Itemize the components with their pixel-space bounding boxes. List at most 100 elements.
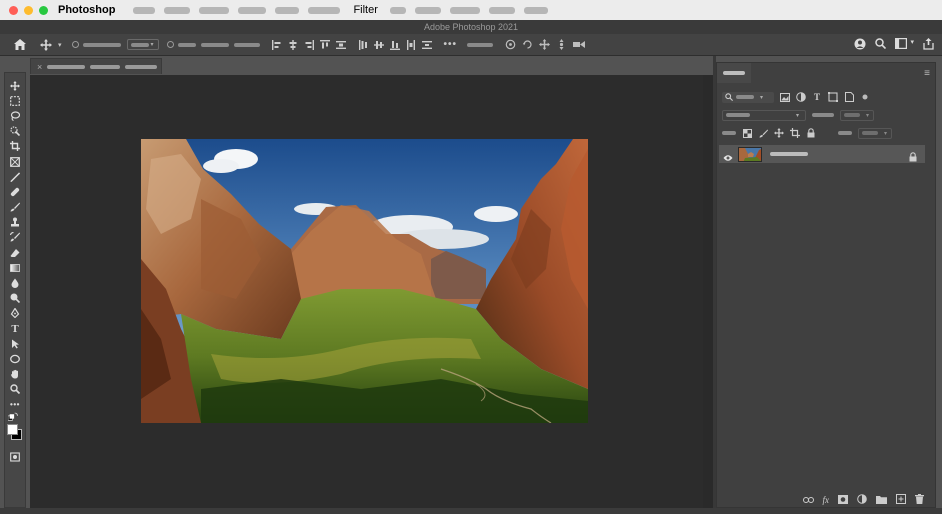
distribute-v-icon[interactable] [421,40,432,50]
marquee-icon[interactable] [7,93,23,108]
blend-mode-dropdown[interactable]: ▾ [722,109,806,121]
workspace-icon[interactable] [895,38,908,53]
ellipse-icon[interactable] [7,351,23,366]
gradient-icon[interactable] [7,260,23,275]
layer-row-background[interactable] [719,145,925,163]
fill-field[interactable]: ▾ [858,127,892,139]
filter-shape-icon[interactable] [828,92,838,102]
zoom-icon[interactable] [7,382,23,397]
menu-3d[interactable] [389,6,406,14]
layer-visibility-eye-icon[interactable] [723,149,733,167]
document-tab[interactable]: × [30,58,162,74]
workspace-chevron-icon[interactable]: ▾ [910,38,914,53]
3d-roll-icon[interactable] [522,39,533,50]
canvas-scrollbar[interactable] [703,75,713,508]
close-button[interactable] [9,5,18,15]
history-brush-icon[interactable] [7,230,23,245]
layer-kind-dropdown[interactable]: ▾ [722,91,774,103]
quick-mask-icon[interactable] [7,449,23,464]
lock-all-icon[interactable] [806,128,816,138]
menu-edit[interactable] [164,6,191,14]
panel-menu-icon[interactable]: ≡ [924,68,930,79]
align-right-icon[interactable] [304,39,314,50]
move-tool-preset-icon[interactable] [40,38,52,51]
dodge-icon[interactable] [7,291,23,306]
filter-adjustment-icon[interactable] [796,92,806,102]
close-tab-icon[interactable]: × [37,62,42,72]
lock-image-icon[interactable] [758,128,768,138]
color-swatches[interactable] [6,423,24,441]
lock-position-icon[interactable] [774,128,784,138]
align-left-icon[interactable] [271,39,282,50]
eyedropper-icon[interactable] [7,169,23,184]
menu-layer[interactable] [238,6,267,14]
menu-file[interactable] [133,6,156,14]
distribute-h-icon[interactable] [406,39,416,50]
swap-colors-icon[interactable] [7,412,23,422]
new-group-icon[interactable] [876,495,887,506]
more-options-icon[interactable]: ••• [444,39,458,50]
blur-icon[interactable] [7,275,23,290]
add-mask-icon[interactable] [838,494,848,506]
healing-brush-icon[interactable] [7,184,23,199]
path-select-icon[interactable] [7,336,23,351]
share-user-icon[interactable] [854,38,866,53]
share-export-icon[interactable] [923,38,934,53]
move-icon[interactable] [7,78,23,93]
delete-layer-icon[interactable] [915,494,924,506]
frame-icon[interactable] [7,154,23,169]
search-icon[interactable] [875,38,887,53]
zoom-button[interactable] [39,5,48,15]
new-adjustment-layer-icon[interactable] [857,494,867,506]
3d-slide-icon[interactable] [556,39,567,50]
filter-toggle-icon[interactable] [860,92,870,102]
crop-icon[interactable] [7,139,23,154]
minimize-button[interactable] [24,5,33,15]
auto-select-dropdown[interactable]: ▾ [126,39,159,50]
quick-select-icon[interactable] [7,124,23,139]
transform-controls-checkbox[interactable] [166,41,174,48]
clone-stamp-icon[interactable] [7,215,23,230]
pen-icon[interactable] [7,306,23,321]
menu-type[interactable] [275,6,300,14]
lock-transparent-icon[interactable] [742,128,752,138]
document-image[interactable] [141,139,588,423]
align-top-icon[interactable] [319,39,330,50]
lock-artboard-icon[interactable] [790,128,800,138]
link-layers-icon[interactable] [802,495,814,505]
home-icon[interactable] [14,39,26,50]
menu-filter[interactable]: Filter [353,4,377,16]
hand-icon[interactable] [7,367,23,382]
filter-smart-object-icon[interactable] [844,92,854,102]
menu-select[interactable] [308,6,341,14]
type-icon[interactable]: T [7,321,23,336]
menu-image[interactable] [199,6,230,14]
layers-tab[interactable] [717,63,751,83]
menu-plugins[interactable] [449,6,480,14]
align-distribute-icon[interactable] [335,40,346,50]
menu-view[interactable] [414,6,441,14]
lasso-icon[interactable] [7,108,23,123]
auto-select-checkbox[interactable] [71,41,79,48]
chevron-down-icon[interactable]: ▾ [58,41,62,49]
3d-pan-icon[interactable] [539,39,551,50]
menu-window[interactable] [488,6,515,14]
opacity-field[interactable]: ▾ [840,109,874,121]
3d-orbit-icon[interactable] [505,39,516,50]
foreground-color-swatch[interactable] [7,424,18,436]
layer-lock-icon[interactable] [909,149,917,167]
align-v-top-icon[interactable] [358,39,368,50]
new-layer-icon[interactable] [896,494,906,506]
eraser-icon[interactable] [7,245,23,260]
align-center-h-icon[interactable] [288,39,298,50]
menu-help[interactable] [523,6,548,14]
more-tools-icon[interactable]: ••• [7,397,23,412]
brush-icon[interactable] [7,200,23,215]
filter-pixel-icon[interactable] [780,92,790,102]
layer-style-icon[interactable]: fx [823,495,830,505]
canvas-area[interactable] [30,75,703,508]
align-v-bottom-icon[interactable] [389,40,400,50]
app-menu[interactable]: Photoshop [58,4,115,16]
align-v-middle-icon[interactable] [373,40,384,50]
3d-scale-icon[interactable] [573,40,586,49]
